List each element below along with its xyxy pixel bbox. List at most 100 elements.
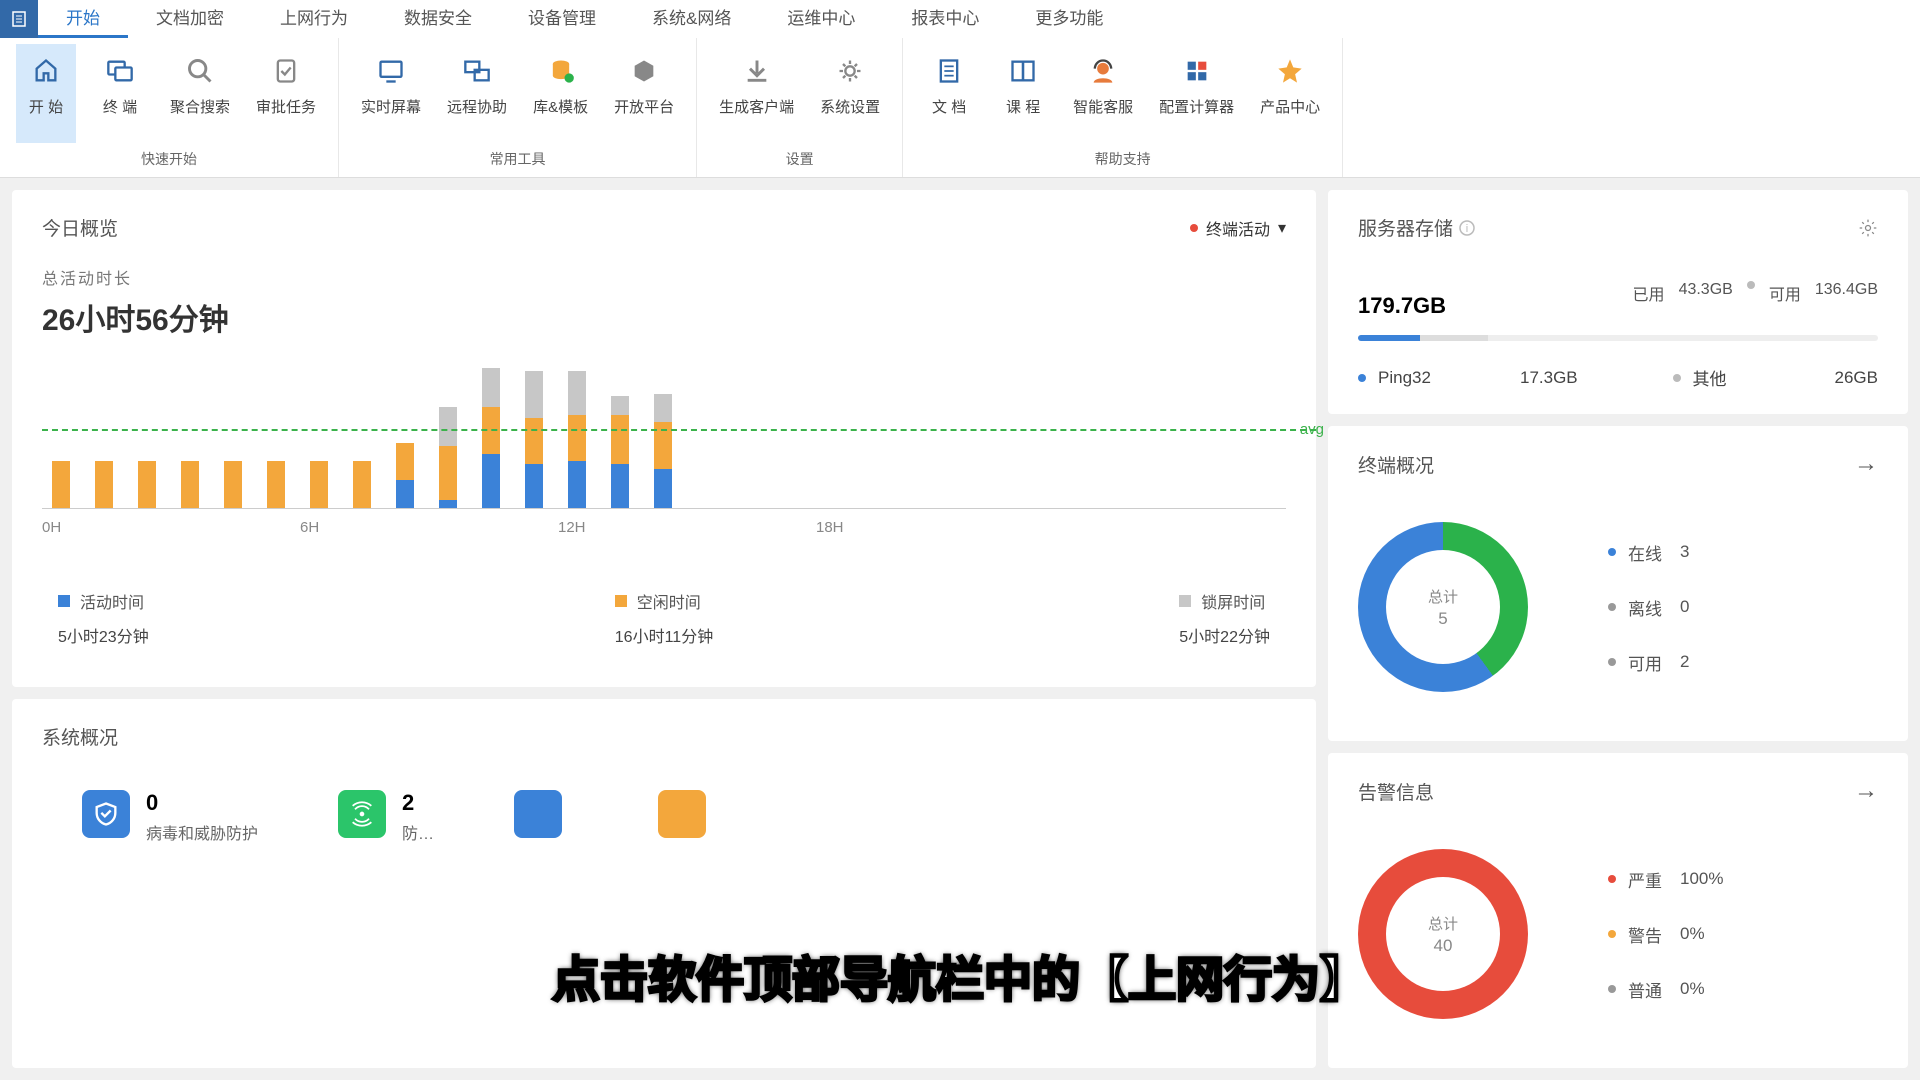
open-icon: [623, 50, 665, 92]
system-card-1[interactable]: 2防…: [338, 790, 434, 844]
panel-title: 系统概况: [42, 723, 1286, 750]
calc-icon: [1176, 50, 1218, 92]
bar-14: [654, 394, 672, 508]
ribbon-home[interactable]: 开 始: [16, 44, 76, 143]
ribbon-product[interactable]: 产品中心: [1254, 44, 1326, 143]
storage-avail-value: 136.4GB: [1815, 281, 1878, 305]
legend-item: 锁屏时间5小时22分钟: [1179, 589, 1270, 647]
ribbon-terminal[interactable]: 终 端: [90, 44, 150, 143]
search-icon: [179, 50, 221, 92]
ribbon-search[interactable]: 聚合搜索: [164, 44, 236, 143]
ribbon-label: 智能客服: [1073, 96, 1133, 117]
system-card-2[interactable]: [514, 790, 578, 844]
legend-row: 离线0: [1608, 595, 1689, 620]
x-tick: 0H: [42, 519, 61, 536]
ribbon-label: 产品中心: [1260, 96, 1320, 117]
legend-row: 普通0%: [1608, 977, 1723, 1002]
activity-chart: avg 0H6H12H18H: [42, 369, 1286, 549]
system-card-0[interactable]: 0 病毒和威胁防护: [82, 790, 258, 844]
total-activity-label: 总活动时长: [42, 265, 1286, 289]
bar-4: [224, 461, 242, 508]
ribbon-calc[interactable]: 配置计算器: [1153, 44, 1240, 143]
menu-item-3[interactable]: 数据安全: [376, 0, 500, 38]
support-icon: [1082, 50, 1124, 92]
legend-item: 空闲时间16小时11分钟: [615, 589, 713, 647]
menu-item-8[interactable]: 更多功能: [1007, 0, 1131, 38]
bar-0: [52, 461, 70, 508]
product-icon: [1269, 50, 1311, 92]
course-icon: [1002, 50, 1044, 92]
storage-panel: 服务器存储 i 179.7GB 已用 43.3GB 可用 136.4GB Pin…: [1328, 190, 1908, 414]
sys-icon: [658, 790, 706, 838]
storage-row: Ping3217.3GB: [1358, 365, 1578, 390]
total-activity-value: 26小时56分钟: [42, 295, 1286, 339]
storage-avail-label: 可用: [1769, 281, 1801, 305]
info-icon[interactable]: i: [1459, 220, 1475, 236]
sys-label: 病毒和威胁防护: [146, 820, 258, 844]
donut-center-label: 总计: [1428, 586, 1458, 607]
bar-6: [310, 461, 328, 508]
alert-panel: 告警信息 → 总计 40 严重100%警告0%普通0%: [1328, 753, 1908, 1068]
legend-row: 警告0%: [1608, 922, 1723, 947]
ribbon-approval[interactable]: 审批任务: [250, 44, 322, 143]
ribbon: 开 始终 端聚合搜索审批任务快速开始实时屏幕远程协助库&模板开放平台常用工具生成…: [0, 38, 1920, 178]
gear-icon[interactable]: [1858, 218, 1878, 238]
bar-2: [138, 461, 156, 508]
storage-used-label: 已用: [1633, 281, 1665, 305]
menu-item-5[interactable]: 系统&网络: [624, 0, 759, 38]
ribbon-course[interactable]: 课 程: [993, 44, 1053, 143]
x-tick: 18H: [816, 519, 844, 536]
ribbon-open[interactable]: 开放平台: [608, 44, 680, 143]
bar-7: [353, 461, 371, 508]
menu-item-4[interactable]: 设备管理: [500, 0, 624, 38]
separator-dot: [1747, 281, 1755, 289]
ribbon-label: 开 始: [29, 96, 63, 117]
ribbon-label: 系统设置: [820, 96, 880, 117]
menu-item-6[interactable]: 运维中心: [759, 0, 883, 38]
x-tick: 12H: [558, 519, 586, 536]
system-card-3[interactable]: [658, 790, 722, 844]
donut-center-value: 40: [1434, 936, 1453, 956]
terminal-donut: 总计 5: [1358, 522, 1528, 692]
sys-label: 防…: [402, 820, 434, 844]
today-overview-panel: 今日概览 终端活动 ▾ 总活动时长 26小时56分钟 avg 0H6H12H18…: [12, 190, 1316, 687]
menu-item-2[interactable]: 上网行为: [252, 0, 376, 38]
menu-item-0[interactable]: 开始: [38, 0, 128, 38]
svg-text:i: i: [1466, 223, 1468, 235]
activity-dropdown[interactable]: 终端活动 ▾: [1190, 216, 1286, 240]
menu-icon: [10, 10, 28, 28]
terminal-icon: [99, 50, 141, 92]
ribbon-library[interactable]: 库&模板: [527, 44, 594, 143]
storage-used-value: 43.3GB: [1679, 281, 1733, 305]
chevron-down-icon: ▾: [1278, 218, 1286, 238]
menu-item-7[interactable]: 报表中心: [883, 0, 1007, 38]
app-logo[interactable]: [0, 0, 38, 38]
home-icon: [25, 50, 67, 92]
ribbon-support[interactable]: 智能客服: [1067, 44, 1139, 143]
donut-center-label: 总计: [1428, 913, 1458, 934]
menu-item-1[interactable]: 文档加密: [128, 0, 252, 38]
ribbon-client[interactable]: 生成客户端: [713, 44, 800, 143]
ribbon-syscfg[interactable]: 系统设置: [814, 44, 886, 143]
ribbon-label: 课 程: [1006, 96, 1040, 117]
storage-progress: [1358, 335, 1878, 341]
ribbon-doc[interactable]: 文 档: [919, 44, 979, 143]
alert-donut: 总计 40: [1358, 849, 1528, 1019]
bar-9: [439, 407, 457, 508]
panel-title: 今日概览: [42, 214, 118, 241]
ribbon-label: 库&模板: [533, 96, 588, 117]
doc-icon: [928, 50, 970, 92]
ribbon-label: 远程协助: [447, 96, 507, 117]
library-icon: [540, 50, 582, 92]
ribbon-screen[interactable]: 实时屏幕: [355, 44, 427, 143]
arrow-right-icon[interactable]: →: [1854, 777, 1878, 805]
ribbon-label: 聚合搜索: [170, 96, 230, 117]
ribbon-label: 生成客户端: [719, 96, 794, 117]
sys-icon: [82, 790, 130, 838]
ribbon-remote[interactable]: 远程协助: [441, 44, 513, 143]
sys-number: 0: [146, 790, 258, 816]
ribbon-label: 实时屏幕: [361, 96, 421, 117]
arrow-right-icon[interactable]: →: [1854, 450, 1878, 478]
donut-center-value: 5: [1438, 609, 1447, 629]
ribbon-group-label: 快速开始: [141, 143, 197, 177]
